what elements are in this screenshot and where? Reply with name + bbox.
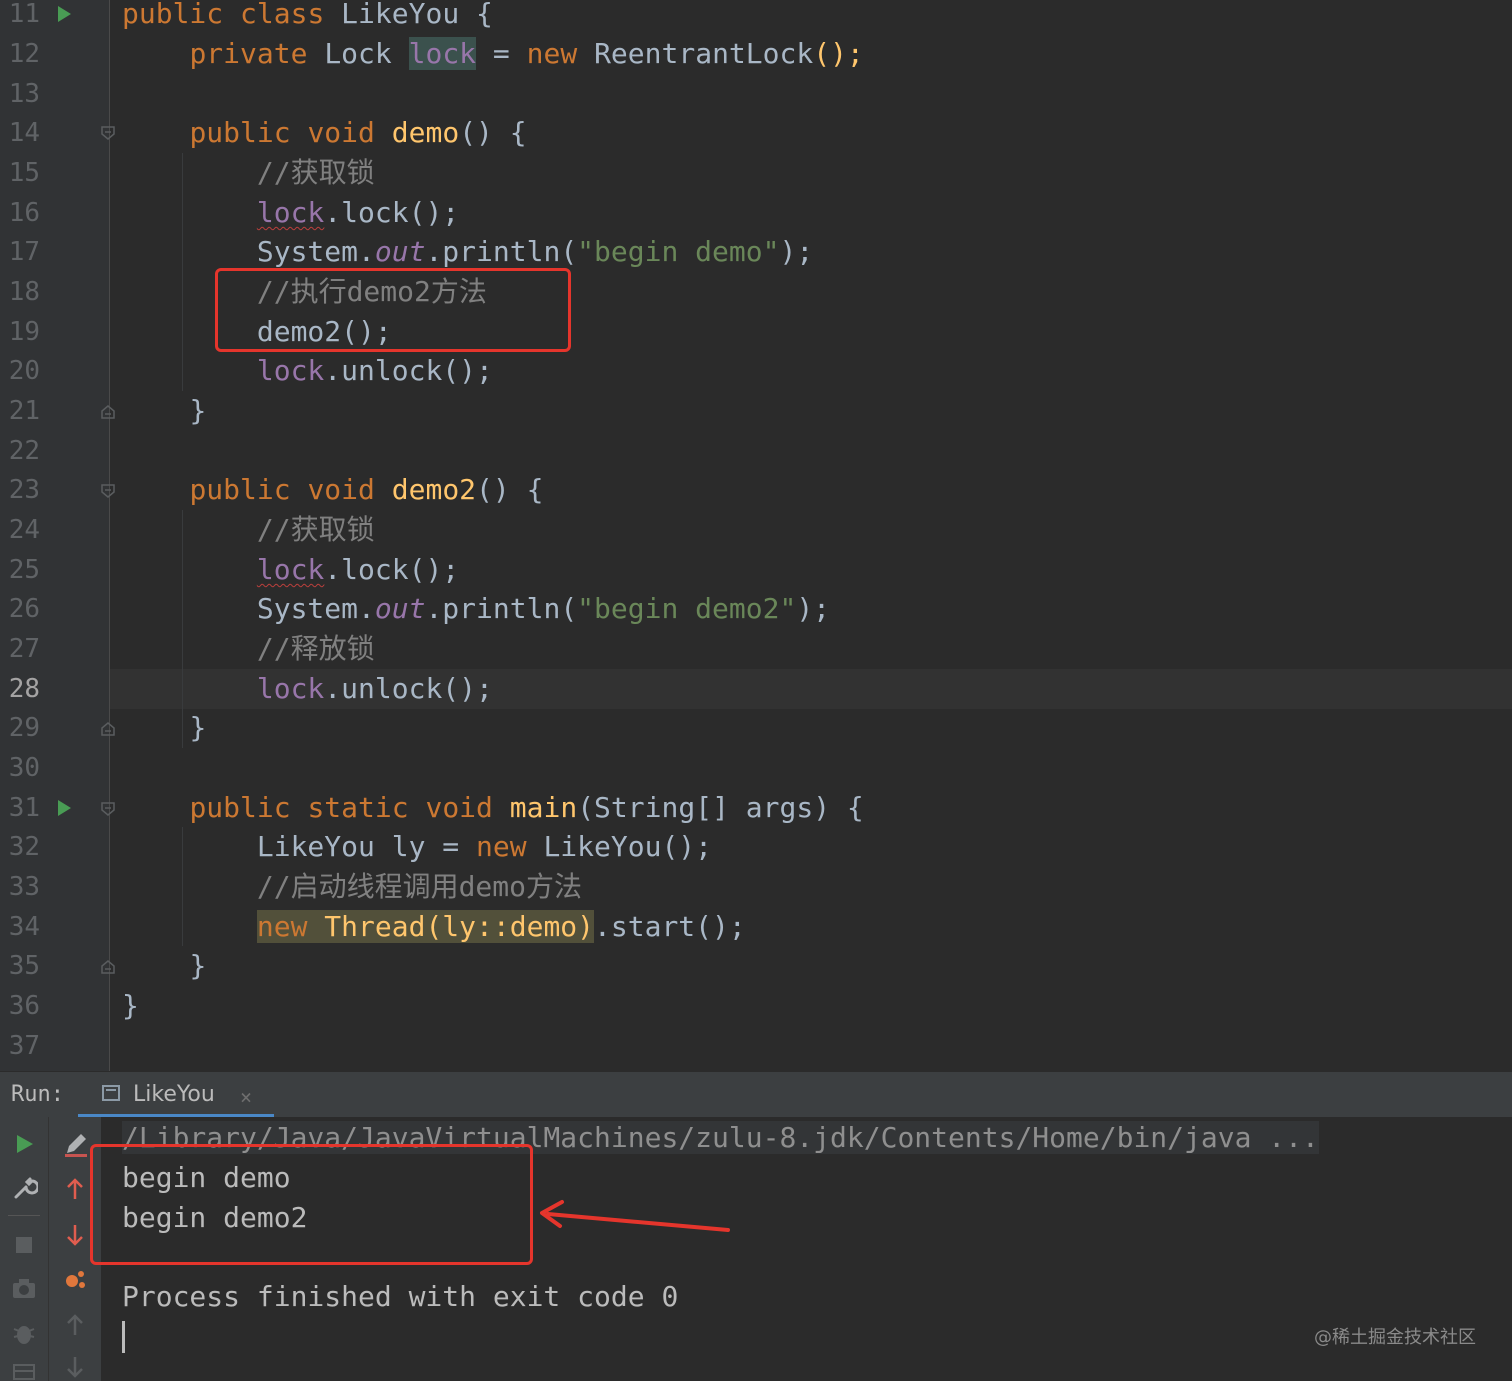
code-line-36[interactable]: } (122, 986, 139, 1026)
wrench-icon[interactable] (12, 1175, 38, 1201)
run-class-icon[interactable] (58, 6, 71, 22)
debug-icon[interactable] (11, 1321, 37, 1347)
tab-likeyou[interactable]: LikeYou × (78, 1072, 274, 1118)
line-number: 31 (8, 793, 40, 823)
code-line-23[interactable]: public void demo2() { (122, 470, 543, 510)
fold-close-icon[interactable] (101, 960, 115, 974)
code-line-11[interactable]: public class LikeYou { (122, 0, 493, 34)
line-number: 21 (8, 396, 40, 426)
code-line-12[interactable]: private Lock lock = new ReentrantLock(); (122, 34, 864, 74)
code-line-20[interactable]: lock.unlock(); (122, 351, 493, 391)
camera-icon[interactable] (11, 1277, 37, 1301)
line-number: 30 (8, 753, 40, 783)
line-number: 20 (8, 356, 40, 386)
run-panel-header: Run: LikeYou × (0, 1071, 1512, 1118)
fold-open-icon[interactable] (101, 802, 115, 816)
run-toolbar-primary (0, 1117, 48, 1381)
code-line-29[interactable]: } (122, 708, 206, 748)
code-line-35[interactable]: } (122, 946, 206, 986)
line-number: 32 (8, 832, 40, 862)
line-number: 18 (8, 277, 40, 307)
code-line-27[interactable]: //释放锁 (122, 629, 375, 669)
line-number: 25 (8, 555, 40, 585)
fold-open-icon[interactable] (101, 126, 115, 140)
code-line-25[interactable]: lock.lock(); (122, 550, 459, 590)
line-number: 15 (8, 158, 40, 188)
line-number: 27 (8, 634, 40, 664)
line-number: 29 (8, 713, 40, 743)
line-number: 34 (8, 912, 40, 942)
gutter-separator (109, 0, 110, 1071)
code-line-17[interactable]: System.out.println("begin demo"); (122, 232, 813, 272)
line-number: 13 (8, 79, 40, 109)
run-main-icon[interactable] (58, 800, 71, 816)
toolbar-divider (8, 1215, 40, 1216)
up-arrow-icon[interactable] (64, 1177, 86, 1201)
line-number: 33 (8, 872, 40, 902)
rerun-icon[interactable] (14, 1133, 36, 1155)
code-line-33[interactable]: //启动线程调用demo方法 (122, 867, 582, 907)
annotation-box-demo2-call (215, 268, 571, 352)
code-line-21[interactable]: } (122, 391, 206, 431)
code-line-26[interactable]: System.out.println("begin demo2"); (122, 589, 830, 629)
line-number: 24 (8, 515, 40, 545)
line-number: 37 (8, 1031, 40, 1061)
fold-open-icon[interactable] (101, 484, 115, 498)
fold-close-icon[interactable] (101, 722, 115, 736)
line-number: 11 (8, 0, 40, 29)
layout-icon[interactable] (12, 1363, 36, 1381)
code-line-15[interactable]: //获取锁 (122, 153, 375, 193)
line-number: 22 (8, 436, 40, 466)
line-number: 23 (8, 475, 40, 505)
line-number: 26 (8, 594, 40, 624)
fold-close-icon[interactable] (101, 405, 115, 419)
up-icon[interactable] (64, 1313, 86, 1337)
code-editor[interactable]: 11 12 13 14 15 16 17 18 19 20 21 22 23 2… (0, 0, 1512, 1071)
line-number-current: 28 (8, 674, 40, 704)
edit-icon[interactable] (63, 1131, 89, 1157)
line-number: 35 (8, 951, 40, 981)
console-icon (102, 1085, 120, 1101)
code-line-34[interactable]: new Thread(ly::demo).start(); (122, 907, 746, 947)
code-line-14[interactable]: public void demo() { (122, 113, 526, 153)
stop-icon[interactable] (14, 1235, 34, 1255)
close-icon[interactable]: × (240, 1082, 252, 1112)
down-arrow-icon[interactable] (64, 1223, 86, 1247)
code-line-32[interactable]: LikeYou ly = new LikeYou(); (122, 827, 712, 867)
code-line-28[interactable]: lock.unlock(); (122, 669, 493, 709)
annotation-box-output (90, 1144, 533, 1265)
console-exit-line: Process finished with exit code 0 (122, 1280, 679, 1313)
tab-label: LikeYou (133, 1082, 215, 1107)
line-number: 16 (8, 198, 40, 228)
down-icon[interactable] (64, 1355, 86, 1379)
watermark: @稀土掘金技术社区 (1314, 1327, 1476, 1348)
run-label: Run: (11, 1082, 64, 1107)
line-number: 36 (8, 991, 40, 1021)
code-line-24[interactable]: //获取锁 (122, 510, 375, 550)
code-line-16[interactable]: lock.lock(); (122, 193, 459, 233)
code-line-31[interactable]: public static void main(String[] args) { (122, 788, 863, 828)
line-number: 14 (8, 118, 40, 148)
line-number: 17 (8, 237, 40, 267)
line-number: 19 (8, 317, 40, 347)
line-number: 12 (8, 39, 40, 69)
annotation-arrow (540, 1200, 730, 1232)
text-cursor (122, 1321, 125, 1353)
pin-icon[interactable] (62, 1267, 88, 1293)
